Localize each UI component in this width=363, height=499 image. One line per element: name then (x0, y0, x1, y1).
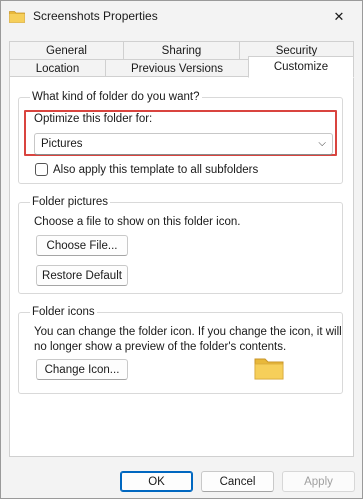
apply-button[interactable]: Apply (282, 471, 355, 492)
change-icon-button[interactable]: Change Icon... (36, 359, 128, 380)
optimize-select[interactable]: Pictures ⌵ (34, 133, 333, 155)
optimize-label: Optimize this folder for: (34, 113, 153, 125)
tab-label: Security (275, 44, 318, 57)
folder-pictures-help: Choose a file to show on this folder ico… (34, 216, 241, 228)
window-title: Screenshots Properties (33, 9, 158, 23)
close-icon: ✕ (333, 8, 345, 24)
folder-icons-help-line2: no longer show a preview of the folder's… (34, 341, 287, 353)
choose-file-button[interactable]: Choose File... (36, 235, 128, 256)
folder-icons-group-label: Folder icons (30, 305, 97, 319)
button-label: Choose File... (46, 239, 118, 252)
tab-label: Customize (273, 61, 329, 73)
folder-preview-icon (254, 358, 284, 380)
tab-general[interactable]: General (9, 41, 124, 60)
button-label: Cancel (219, 475, 256, 488)
ok-button[interactable]: OK (120, 471, 193, 492)
restore-default-button[interactable]: Restore Default (36, 265, 128, 286)
folder-icons-help-line1: You can change the folder icon. If you c… (34, 326, 342, 338)
folder-pictures-group-label: Folder pictures (30, 195, 111, 209)
button-label: Change Icon... (44, 363, 120, 376)
tab-label: General (46, 44, 87, 57)
folder-type-group-label: What kind of folder do you want? (30, 90, 202, 104)
button-label: Restore Default (42, 269, 122, 282)
button-label: OK (148, 475, 165, 488)
customize-panel: What kind of folder do you want? Optimiz… (9, 76, 354, 457)
tab-customize[interactable]: Customize (248, 56, 354, 78)
tab-label: Previous Versions (130, 62, 224, 75)
folder-icon (9, 11, 25, 23)
close-button[interactable]: ✕ (316, 1, 362, 32)
button-label: Apply (304, 475, 333, 488)
apply-subfolders-checkbox[interactable] (35, 163, 48, 176)
tab-sharing[interactable]: Sharing (123, 41, 240, 60)
tab-label: Sharing (161, 44, 202, 57)
chevron-down-icon: ⌵ (318, 138, 326, 149)
apply-subfolders-label[interactable]: Also apply this template to all subfolde… (53, 163, 258, 177)
cancel-button[interactable]: Cancel (201, 471, 274, 492)
title-bar[interactable]: Screenshots Properties ✕ (1, 1, 362, 32)
tab-label: Location (35, 62, 80, 75)
properties-dialog: Screenshots Properties ✕ General Sharing… (0, 0, 363, 499)
optimize-value: Pictures (41, 138, 83, 150)
